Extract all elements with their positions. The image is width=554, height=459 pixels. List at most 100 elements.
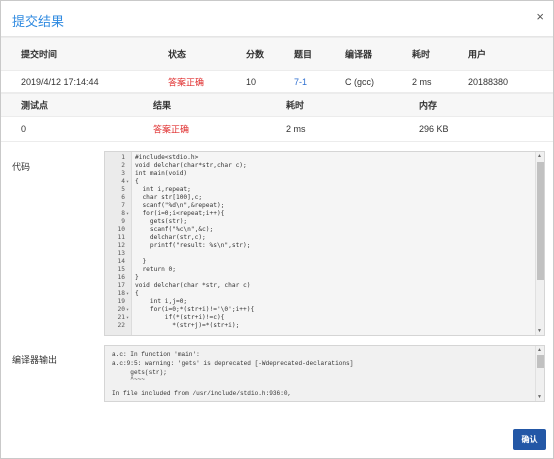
line-number: 2 xyxy=(121,162,125,169)
scroll-up-icon[interactable]: ▲ xyxy=(537,153,542,159)
code-text: for(i=0;i<repeat;i++){ xyxy=(135,210,225,217)
code-line: 5 int i,repeat; xyxy=(105,186,525,194)
line-number: 11 xyxy=(117,234,125,241)
code-line: 8 ▾ for(i=0;i<repeat;i++){ xyxy=(105,210,525,218)
problem-link[interactable]: 7-1 xyxy=(294,77,307,87)
fold-arrow-icon[interactable]: ▾ xyxy=(126,210,129,218)
code-line: 11 delchar(str,c); xyxy=(105,234,525,242)
fold-arrow-icon[interactable]: ▾ xyxy=(126,314,129,322)
code-text: #include<stdio.h> xyxy=(135,154,199,161)
submission-result-dialog: 提交结果 × 提交时间 状态 分数 题目 编译器 耗时 用户 2019/4/12… xyxy=(0,0,554,459)
code-text: void delchar(char*str,char c); xyxy=(135,162,247,169)
scroll-up-icon[interactable]: ▲ xyxy=(537,347,542,353)
dialog-title: 提交结果 xyxy=(12,14,65,29)
code-text: void delchar(char *str, char c) xyxy=(135,282,251,289)
output-line: a.c:9:5: warning: 'gets' is deprecated [… xyxy=(112,360,354,367)
code-text: int i,repeat; xyxy=(135,186,191,193)
col-time: 耗时 xyxy=(286,100,305,111)
col-elapsed: 耗时 xyxy=(412,49,431,60)
line-number: 13 xyxy=(117,250,125,257)
col-result: 结果 xyxy=(153,100,172,111)
output-scrollbar[interactable]: ▲ ▼ xyxy=(535,346,544,401)
fold-arrow-icon[interactable]: ▾ xyxy=(126,178,129,186)
fold-arrow-icon[interactable]: ▾ xyxy=(126,290,129,298)
code-line: 4 ▾ { xyxy=(105,178,525,186)
testpoint-memory: 296 KB xyxy=(419,124,449,134)
output-line: In file included from /usr/include/stdio… xyxy=(112,390,292,397)
line-number: 17 xyxy=(117,282,125,289)
line-number: 15 xyxy=(117,266,125,273)
line-number: 3 xyxy=(121,170,125,177)
status-badge: 答案正确 xyxy=(168,77,205,87)
code-line: 6 char str[100],c; xyxy=(105,194,525,202)
user-value: 20188380 xyxy=(468,76,509,87)
scroll-down-icon[interactable]: ▼ xyxy=(537,328,542,334)
col-compiler: 编译器 xyxy=(345,49,373,60)
col-status: 状态 xyxy=(168,49,187,60)
line-number: 20 xyxy=(117,306,125,313)
line-number: 10 xyxy=(117,226,125,233)
line-number: 6 xyxy=(121,194,125,201)
testpoint-table-header: 测试点 结果 耗时 内存 xyxy=(1,93,553,117)
code-label: 代码 xyxy=(12,162,31,172)
code-text: scanf("%c\n",&c); xyxy=(135,226,214,233)
output-line: gets(str); xyxy=(112,369,167,376)
compiler-value: C (gcc) xyxy=(345,76,374,87)
code-scroll-thumb[interactable] xyxy=(537,162,544,280)
output-scroll-thumb[interactable] xyxy=(537,355,544,368)
close-icon[interactable]: × xyxy=(536,9,544,24)
col-user: 用户 xyxy=(468,49,487,60)
compiler-output[interactable]: a.c: In function 'main': a.c:9:5: warning… xyxy=(104,345,545,402)
code-text: { xyxy=(135,290,139,297)
code-text: return 0; xyxy=(135,266,176,273)
line-number: 18 xyxy=(117,290,125,297)
code-editor[interactable]: 1 #include<stdio.h> 2 void delchar(char*str… xyxy=(104,151,545,336)
testpoint-result: 答案正确 xyxy=(153,124,190,135)
col-submit-time: 提交时间 xyxy=(21,49,58,60)
code-line: 18 ▾ { xyxy=(105,290,525,298)
code-text: delchar(str,c); xyxy=(135,234,206,241)
scroll-down-icon[interactable]: ▼ xyxy=(537,394,542,400)
code-text: char str[100],c; xyxy=(135,194,203,201)
fold-arrow-icon[interactable]: ▾ xyxy=(126,306,129,314)
testpoint-id: 0 xyxy=(21,124,27,134)
line-number: 7 xyxy=(121,202,125,209)
code-scrollbar[interactable]: ▲ ▼ xyxy=(535,152,544,335)
output-line: a.c: In function 'main': xyxy=(112,351,200,358)
code-line: 15 return 0; xyxy=(105,266,525,274)
code-text: } xyxy=(135,258,147,265)
code-line: 2 void delchar(char*str,char c); xyxy=(105,162,525,170)
line-number: 1 xyxy=(121,154,125,161)
code-line: 9 gets(str); xyxy=(105,218,525,226)
line-number: 8 xyxy=(121,210,125,217)
code-text: int main(void) xyxy=(135,170,188,177)
confirm-button[interactable]: 确认 xyxy=(513,429,546,450)
code-line: 20 ▾ for(i=0;*(str+i)!='\0';i++){ xyxy=(105,306,525,314)
testpoint-time: 2 ms xyxy=(286,124,306,134)
code-line: 21 ▾ if(*(str+i)!=c){ xyxy=(105,314,525,322)
compiler-output-label: 编译器输出 xyxy=(12,355,58,365)
code-text: printf("result: %s\n",str); xyxy=(135,242,251,249)
line-number: 12 xyxy=(117,242,125,249)
code-line: 10 scanf("%c\n",&c); xyxy=(105,226,525,234)
line-number: 4 xyxy=(121,178,125,185)
code-text: for(i=0;*(str+i)!='\0';i++){ xyxy=(135,306,255,313)
code-line: 19 int i,j=0; xyxy=(105,298,525,306)
code-text: gets(str); xyxy=(135,218,188,225)
code-line: 14 } xyxy=(105,258,525,266)
submit-time: 2019/4/12 17:14:44 xyxy=(21,76,99,87)
code-line: 17 void delchar(char *str, char c) xyxy=(105,282,525,290)
submission-row: 2019/4/12 17:14:44 答案正确 10 7-1 C (gcc) 2… xyxy=(1,71,553,93)
code-line: 3 int main(void) xyxy=(105,170,525,178)
submission-table-header: 提交时间 状态 分数 题目 编译器 耗时 用户 xyxy=(1,37,553,71)
col-problem: 题目 xyxy=(294,49,313,60)
code-text: *(str+j)=*(str+i); xyxy=(135,322,240,329)
code-line: 7 scanf("%d\n",&repeat); xyxy=(105,202,525,210)
code-line: 16} xyxy=(105,274,525,282)
col-testpoint: 测试点 xyxy=(21,100,49,111)
code-text: { xyxy=(135,178,139,185)
dialog-header: 提交结果 × xyxy=(1,1,553,37)
output-line: ^~~~ xyxy=(112,376,145,383)
testpoint-row: 0 答案正确 2 ms 296 KB xyxy=(1,117,553,142)
code-line: 12 printf("result: %s\n",str); xyxy=(105,242,525,250)
